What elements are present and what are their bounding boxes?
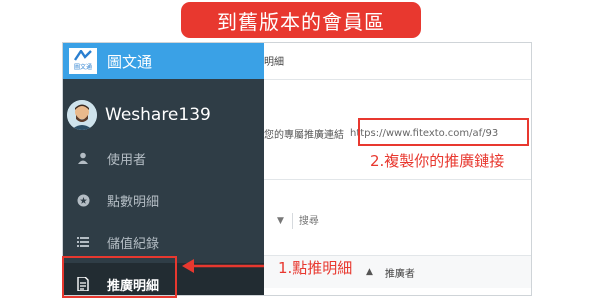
referral-link-highlight (358, 118, 529, 146)
logo-text: 圖文通 (73, 64, 92, 71)
chevron-down-icon[interactable]: ▼ (277, 216, 284, 226)
logo-mark-icon (74, 48, 92, 64)
coin-icon (63, 194, 103, 207)
sort-up-icon[interactable]: ▲ (366, 267, 373, 277)
avatar (67, 100, 97, 130)
sidebar-item-label: 使用者 (107, 152, 147, 168)
filter-row: ▼ (264, 213, 391, 229)
step2-note: 2.複製你的推廣鏈接 (370, 152, 505, 170)
sidebar-item-points[interactable]: 點數明細 (63, 179, 264, 221)
tab-details[interactable]: 明細 (264, 53, 284, 68)
sidebar-header: 圖文通 圖文通 (63, 43, 264, 79)
column-header-promoter[interactable]: 推廣者 (385, 265, 415, 280)
user-icon (63, 152, 103, 164)
referral-nav-highlight (62, 256, 177, 298)
sidebar-item-label: 點數明細 (107, 194, 160, 210)
sidebar-item-label: 儲值紀錄 (107, 236, 160, 252)
search-input[interactable] (296, 214, 391, 228)
arrow-left-icon (182, 259, 264, 273)
app-logo[interactable]: 圖文通 (69, 48, 97, 74)
divider (291, 213, 293, 229)
sidebar-item-users[interactable]: 使用者 (63, 137, 264, 179)
user-profile[interactable]: Weshare139 (63, 95, 264, 135)
divider (264, 179, 531, 180)
tab-strip: 明細 (264, 43, 531, 80)
title-banner: 到舊版本的會員區 (181, 2, 421, 38)
referral-link-label: 您的專屬推廣連結 (264, 129, 344, 141)
step1-note: 1.點推明細 (278, 259, 353, 277)
list-icon (63, 237, 103, 247)
app-title: 圖文通 (107, 52, 153, 71)
username: Weshare139 (105, 105, 211, 125)
